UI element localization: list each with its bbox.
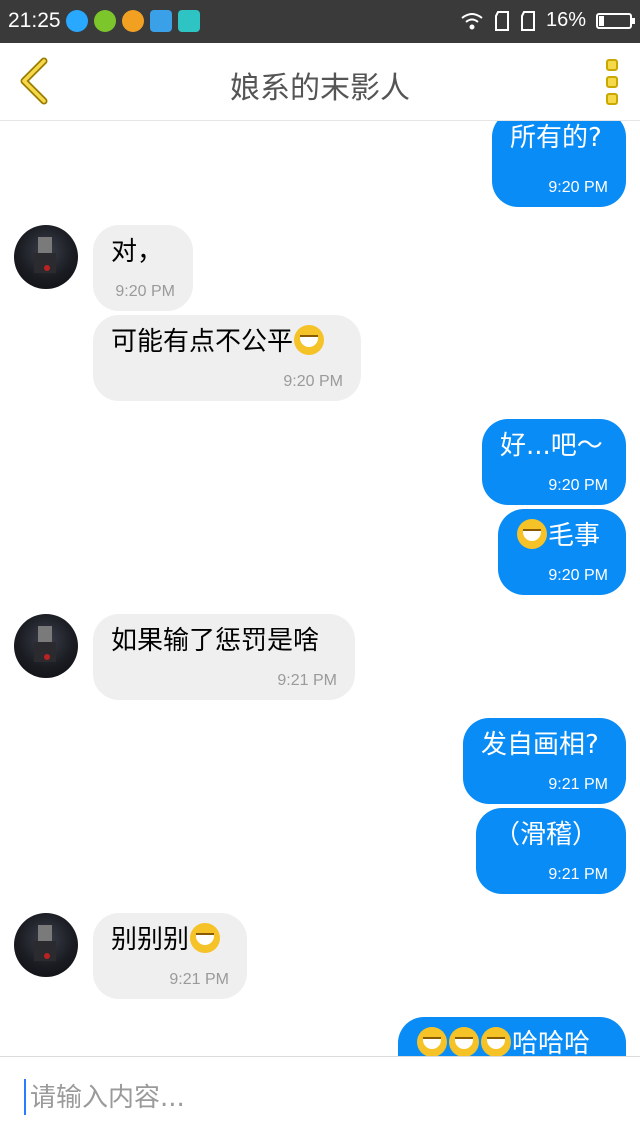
message-text-content: 可能有点不公平 bbox=[111, 327, 294, 357]
message-text-content: 毛事 bbox=[548, 521, 601, 551]
message-time: 9:21 PM bbox=[548, 866, 608, 883]
message-bubble[interactable]: 哈哈哈 bbox=[398, 1017, 626, 1056]
message-time: 9:20 PM bbox=[548, 567, 608, 584]
message-text: 别别别 bbox=[111, 923, 229, 957]
more-vertical-icon[interactable] bbox=[606, 59, 622, 105]
message-bubble[interactable]: 如果输了惩罚是啥 9:21 PM bbox=[93, 614, 355, 700]
message-bubble[interactable]: 别别别 9:21 PM bbox=[93, 913, 247, 999]
message-list[interactable]: 所有的? 9:20 PM 对， 9:20 PM 可能有点不公平 9:20 PM … bbox=[0, 121, 640, 1056]
avatar[interactable] bbox=[14, 225, 78, 289]
sim2-icon bbox=[520, 10, 535, 31]
message-text: （滑稽） bbox=[494, 820, 599, 850]
message-text: 可能有点不公平 bbox=[111, 325, 343, 359]
menu-dot bbox=[606, 93, 618, 105]
status-right: 16% bbox=[460, 9, 635, 32]
grin-emoji-icon bbox=[294, 325, 325, 355]
grin-emoji-icon bbox=[481, 1027, 511, 1056]
message-text: 如果输了惩罚是啥 bbox=[111, 626, 320, 656]
message-bubble[interactable]: （滑稽） 9:21 PM bbox=[476, 808, 626, 894]
sim1-icon bbox=[494, 10, 509, 31]
message-bubble[interactable]: 好...吧～ 9:20 PM bbox=[482, 419, 626, 505]
message-time: 9:20 PM bbox=[115, 283, 175, 300]
message-text: 发自画相? bbox=[481, 730, 599, 760]
grin-emoji-icon bbox=[517, 519, 547, 549]
battery-icon bbox=[596, 12, 635, 29]
message-time: 9:21 PM bbox=[277, 672, 337, 689]
message-input[interactable] bbox=[28, 1075, 622, 1121]
status-bar: 21:25 16% bbox=[0, 0, 640, 43]
message-bubble[interactable]: 发自画相? 9:21 PM bbox=[463, 718, 626, 804]
wifi-icon bbox=[461, 12, 483, 29]
cloud-app-icon bbox=[122, 10, 144, 32]
message-time: 9:20 PM bbox=[548, 179, 608, 196]
qq-icon bbox=[66, 10, 88, 32]
grin-emoji-icon bbox=[449, 1027, 479, 1056]
scanner-app-icon bbox=[178, 10, 200, 32]
status-time: 21:25 bbox=[8, 9, 61, 32]
message-text: 对， bbox=[111, 237, 164, 267]
input-bar bbox=[0, 1056, 640, 1139]
message-time: 9:20 PM bbox=[283, 373, 343, 390]
notification-icons bbox=[66, 10, 200, 34]
grin-emoji-icon bbox=[190, 923, 221, 953]
message-text-content: 别别别 bbox=[111, 925, 190, 955]
battery-percent: 16% bbox=[545, 9, 586, 31]
avatar[interactable] bbox=[14, 614, 78, 678]
message-text: 哈哈哈 bbox=[416, 1027, 608, 1056]
message-bubble[interactable]: 对， 9:20 PM bbox=[93, 225, 193, 311]
message-text-content: 哈哈哈 bbox=[512, 1029, 591, 1056]
text-cursor bbox=[24, 1079, 26, 1115]
chat-header: 娘系的末影人 bbox=[0, 43, 640, 121]
message-time: 9:20 PM bbox=[548, 477, 608, 494]
add-app-icon bbox=[94, 10, 116, 32]
menu-dot bbox=[606, 76, 618, 88]
menu-dot bbox=[606, 59, 618, 71]
grin-emoji-icon bbox=[417, 1027, 447, 1056]
avatar[interactable] bbox=[14, 913, 78, 977]
gallery-app-icon bbox=[150, 10, 172, 32]
message-text: 毛事 bbox=[516, 519, 608, 553]
message-bubble[interactable]: 毛事 9:20 PM bbox=[498, 509, 626, 595]
message-text: 好...吧～ bbox=[500, 431, 603, 461]
message-time: 9:21 PM bbox=[169, 971, 229, 988]
message-time: 9:21 PM bbox=[548, 776, 608, 793]
message-bubble[interactable]: 可能有点不公平 9:20 PM bbox=[93, 315, 361, 401]
message-text: 所有的? bbox=[510, 123, 602, 153]
message-bubble[interactable]: 所有的? 9:20 PM bbox=[492, 121, 626, 207]
page-title: 娘系的末影人 bbox=[230, 71, 410, 106]
